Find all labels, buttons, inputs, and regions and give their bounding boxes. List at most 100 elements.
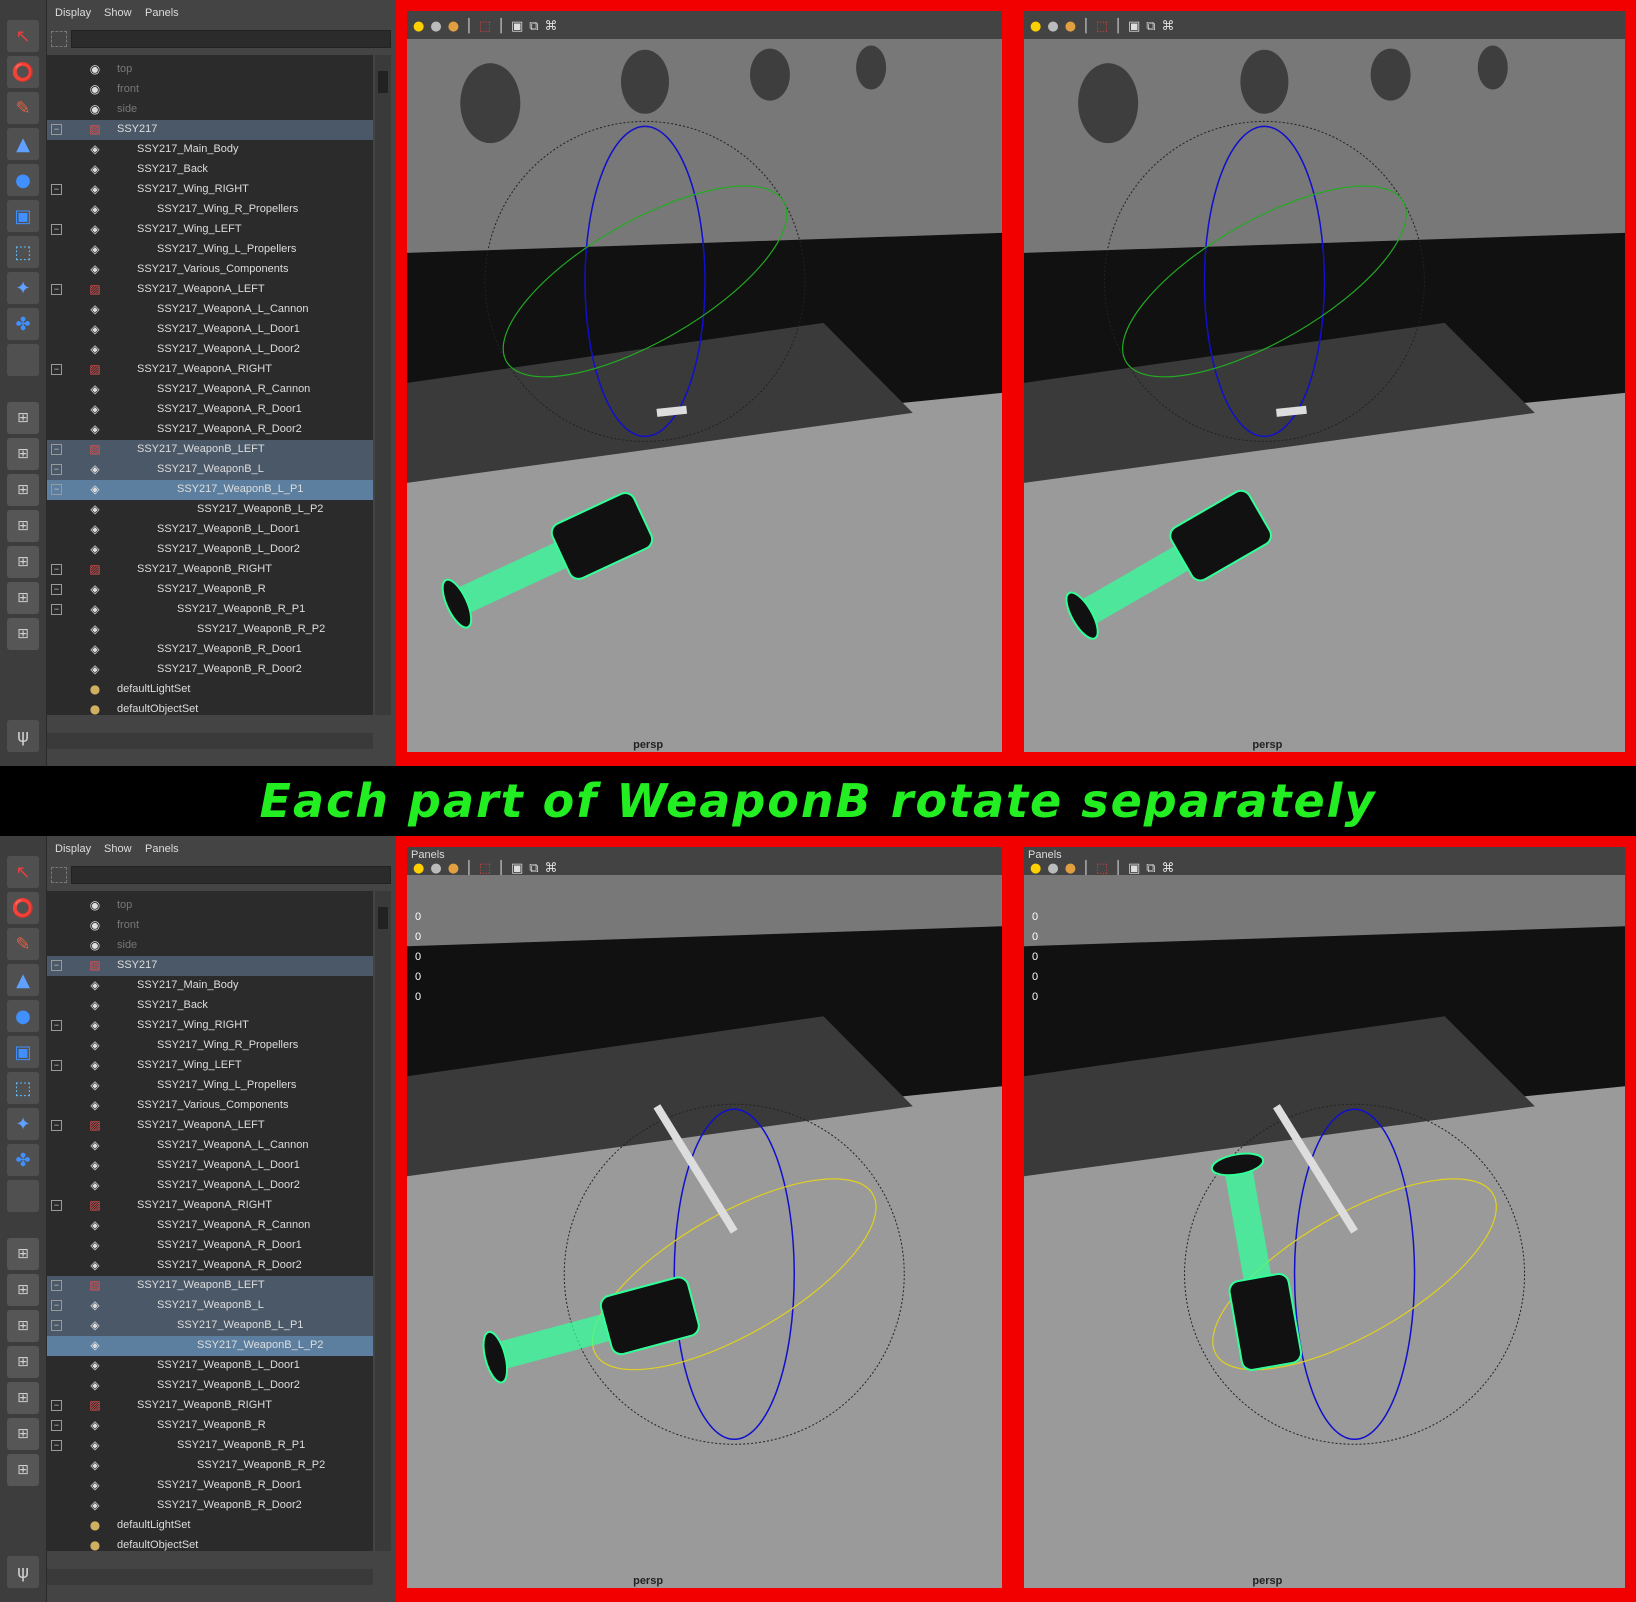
outliner-row[interactable]: ◈ SSY217_Wing_L_Propellers (47, 240, 373, 260)
outliner-row[interactable]: ◈ SSY217_WeaponA_R_Cannon (47, 380, 373, 400)
outliner-row[interactable]: ◈ SSY217_WeaponA_R_Cannon (47, 1216, 373, 1236)
viewport-1[interactable]: Panels ●●●│⬚│▣⧉⌘ 0 0 0 0 0 persp (396, 836, 1013, 1602)
outliner-row[interactable]: − ◈ SSY217_Wing_RIGHT (47, 180, 373, 200)
collapse-icon[interactable]: − (51, 564, 62, 575)
rotate-tool-button[interactable]: ● (7, 164, 39, 196)
outliner-row[interactable]: ◉ side (47, 100, 373, 120)
outliner-row[interactable]: − ▨ SSY217_WeaponB_LEFT (47, 1276, 373, 1296)
outliner-row[interactable]: ◈ SSY217_WeaponB_R_Door1 (47, 1476, 373, 1496)
panels-menu[interactable]: Panels (1028, 849, 1062, 861)
outliner-horizontal-scrollbar[interactable] (47, 733, 373, 749)
outliner-vertical-scrollbar[interactable] (375, 891, 391, 1551)
viewport-scene[interactable]: 0 0 0 0 0 (1024, 875, 1625, 1588)
viewport-shading-icons[interactable]: ●●●│⬚│▣⧉⌘ (413, 19, 564, 34)
outliner-row[interactable]: − ◈ SSY217_WeaponB_L_P1 (47, 1316, 373, 1336)
outliner-row[interactable]: ◈ SSY217_WeaponA_L_Door1 (47, 1156, 373, 1176)
collapse-icon[interactable]: − (51, 1280, 62, 1291)
outliner-row[interactable]: ◈ SSY217_WeaponB_L_Door2 (47, 540, 373, 560)
outliner-row[interactable]: − ◈ SSY217_WeaponB_L (47, 1296, 373, 1316)
viewport-canvas[interactable]: Panels ●●●│⬚│▣⧉⌘ 0 0 0 0 0 persp (407, 847, 1002, 1588)
viewport-canvas[interactable]: Panels ●●●│⬚│▣⧉⌘ 0 0 0 0 0 persp (1024, 847, 1625, 1588)
viewport-shading-icons[interactable]: ●●●│⬚│▣⧉⌘ (1030, 19, 1181, 34)
viewport-2[interactable]: ●●●│⬚│▣⧉⌘ persp (1013, 0, 1636, 766)
outliner-row[interactable]: − ▨ SSY217_WeaponB_RIGHT (47, 1396, 373, 1416)
last-tool-button[interactable] (7, 344, 39, 376)
outliner-row[interactable]: ◈ SSY217_WeaponA_L_Cannon (47, 1136, 373, 1156)
outliner-row[interactable]: ◈ SSY217_Wing_R_Propellers (47, 1036, 373, 1056)
outliner-row[interactable]: ◈ SSY217_Back (47, 996, 373, 1016)
collapse-icon[interactable]: − (51, 1300, 62, 1311)
outliner-row[interactable]: − ◈ SSY217_Wing_LEFT (47, 1056, 373, 1076)
scroll-thumb[interactable] (378, 71, 388, 93)
paint-tool-button[interactable]: ✎ (7, 92, 39, 124)
outliner-row[interactable]: ◉ front (47, 916, 373, 936)
menu-display[interactable]: Display (55, 7, 91, 19)
viewport-canvas[interactable]: ●●●│⬚│▣⧉⌘ persp (1024, 11, 1625, 752)
outliner-row[interactable]: ◈ SSY217_WeaponA_L_Door1 (47, 320, 373, 340)
show-manip-button[interactable]: ✤ (7, 308, 39, 340)
search-input[interactable] (71, 866, 391, 884)
outliner-row[interactable]: ◈ SSY217_WeaponB_L_P2 (47, 500, 373, 520)
outliner-row[interactable]: − ◈ SSY217_Wing_LEFT (47, 220, 373, 240)
manipulator-button[interactable]: ⬚ (7, 1072, 39, 1104)
outliner-row[interactable]: ◈ SSY217_WeaponB_L_Door1 (47, 520, 373, 540)
outliner-row[interactable]: ◈ SSY217_WeaponA_L_Cannon (47, 300, 373, 320)
sculpt-tool-button[interactable]: ▲ (7, 128, 39, 160)
sculpt-tool-button[interactable]: ▲ (7, 964, 39, 996)
outliner-row[interactable]: ◈ SSY217_Various_Components (47, 260, 373, 280)
layout-button[interactable]: ⊞ (7, 474, 39, 506)
outliner-row[interactable]: ◈ SSY217_WeaponA_R_Door1 (47, 400, 373, 420)
collapse-icon[interactable]: − (51, 464, 62, 475)
collapse-icon[interactable]: − (51, 1420, 62, 1431)
outliner-row[interactable]: ◈ SSY217_WeaponB_R_P2 (47, 1456, 373, 1476)
collapse-icon[interactable]: − (51, 1200, 62, 1211)
layout-button[interactable]: ⊞ (7, 618, 39, 650)
outliner-row[interactable]: ● defaultObjectSet (47, 1536, 373, 1551)
layout-button[interactable]: ⊞ (7, 1418, 39, 1450)
outliner-row[interactable]: ◈ SSY217_WeaponB_L_P2 (47, 1336, 373, 1356)
outliner-row[interactable]: ◈ SSY217_Main_Body (47, 140, 373, 160)
viewport-1[interactable]: ●●●│⬚│▣⧉⌘ persp (396, 0, 1013, 766)
outliner-row[interactable]: − ◈ SSY217_WeaponB_R_P1 (47, 1436, 373, 1456)
panels-menu[interactable]: Panels (411, 849, 445, 861)
outliner-row[interactable]: ● defaultObjectSet (47, 700, 373, 715)
layout-button[interactable]: ⊞ (7, 1382, 39, 1414)
menu-panels[interactable]: Panels (145, 7, 179, 19)
select-tool-button[interactable]: ↖ (7, 856, 39, 888)
layout-button[interactable]: ⊞ (7, 402, 39, 434)
layout-button[interactable]: ⊞ (7, 510, 39, 542)
script-editor-button[interactable]: ψ (7, 720, 39, 752)
outliner-row[interactable]: − ▨ SSY217_WeaponB_RIGHT (47, 560, 373, 580)
rotate-tool-button[interactable]: ● (7, 1000, 39, 1032)
outliner-row[interactable]: ◈ SSY217_Back (47, 160, 373, 180)
collapse-icon[interactable]: − (51, 444, 62, 455)
scale-tool-button[interactable]: ▣ (7, 200, 39, 232)
show-manip-button[interactable]: ✤ (7, 1144, 39, 1176)
collapse-icon[interactable]: − (51, 284, 62, 295)
layout-button[interactable]: ⊞ (7, 1238, 39, 1270)
outliner-row[interactable]: ◉ front (47, 80, 373, 100)
outliner-row[interactable]: − ◈ SSY217_WeaponB_R (47, 1416, 373, 1436)
script-editor-button[interactable]: ψ (7, 1556, 39, 1588)
viewport-scene[interactable] (1024, 39, 1625, 752)
collapse-icon[interactable]: − (51, 184, 62, 195)
outliner-vertical-scrollbar[interactable] (375, 55, 391, 715)
outliner-row[interactable]: ● defaultLightSet (47, 680, 373, 700)
scale-tool-button[interactable]: ▣ (7, 1036, 39, 1068)
filter-icon[interactable] (51, 867, 67, 883)
outliner-row[interactable]: ◈ SSY217_Various_Components (47, 1096, 373, 1116)
outliner-horizontal-scrollbar[interactable] (47, 1569, 373, 1585)
outliner-row[interactable]: ◈ SSY217_WeaponB_R_Door2 (47, 660, 373, 680)
menu-show[interactable]: Show (104, 843, 132, 855)
last-tool-button[interactable] (7, 1180, 39, 1212)
menu-show[interactable]: Show (104, 7, 132, 19)
outliner-row[interactable]: ◈ SSY217_WeaponA_L_Door2 (47, 340, 373, 360)
viewport-canvas[interactable]: ●●●│⬚│▣⧉⌘ persp (407, 11, 1002, 752)
collapse-icon[interactable]: − (51, 1440, 62, 1451)
soft-mod-button[interactable]: ✦ (7, 272, 39, 304)
outliner-row[interactable]: ◈ SSY217_Main_Body (47, 976, 373, 996)
viewport-scene[interactable] (407, 39, 1002, 752)
collapse-icon[interactable]: − (51, 1120, 62, 1131)
menu-panels[interactable]: Panels (145, 843, 179, 855)
outliner-row[interactable]: ◈ SSY217_Wing_R_Propellers (47, 200, 373, 220)
